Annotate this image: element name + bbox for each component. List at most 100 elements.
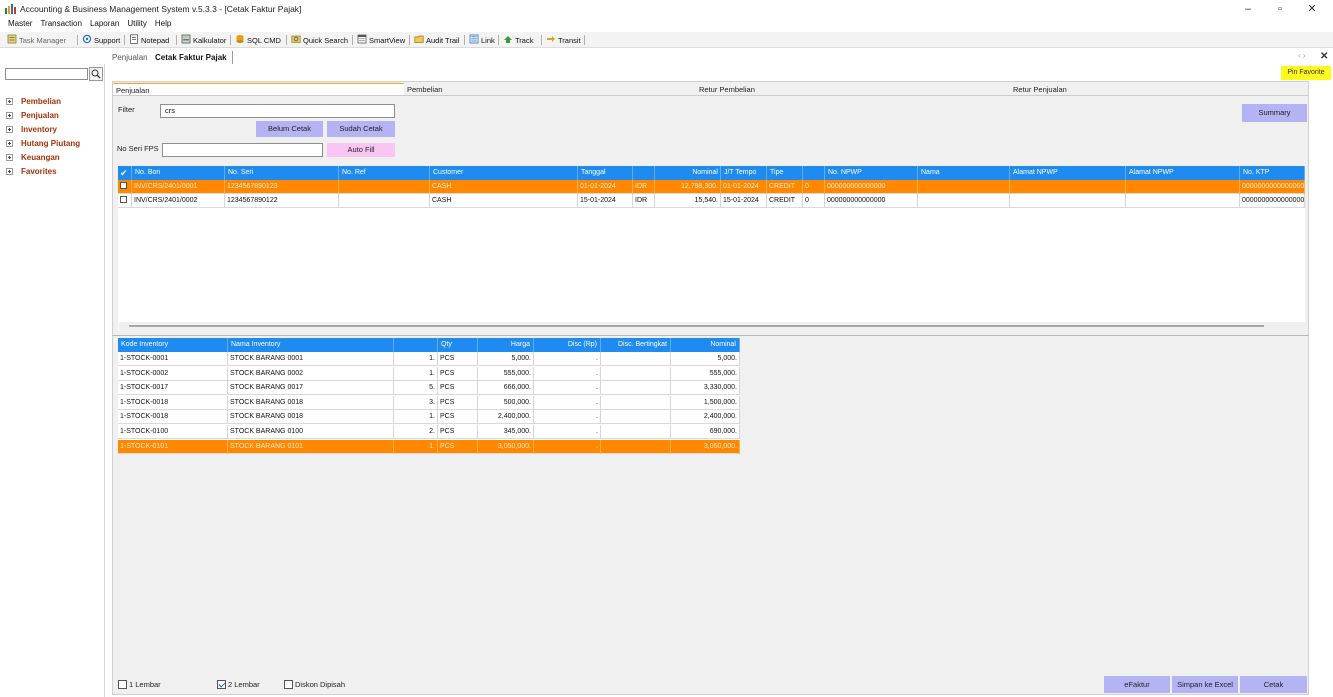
toolbar-sql-cmd[interactable]: SQL CMD bbox=[235, 34, 281, 46]
scrollbar-thumb[interactable] bbox=[129, 325, 1264, 327]
expand-icon[interactable] bbox=[6, 168, 13, 175]
toolbar-quick-search[interactable]: Quick Search bbox=[291, 34, 348, 46]
toolbar-kalkulator[interactable]: Kalkulator bbox=[181, 34, 226, 46]
tree-item-hutang-piutang[interactable]: Hutang Piutang bbox=[6, 137, 80, 151]
diskon-dipisah-checkbox[interactable]: Diskon Dipisah bbox=[284, 680, 345, 689]
simpan-ke-excel-button[interactable]: Simpan ke Excel bbox=[1172, 676, 1238, 693]
sudah-cetak-button[interactable]: Sudah Cetak bbox=[327, 121, 395, 137]
col-currency[interactable] bbox=[633, 166, 655, 180]
expand-icon[interactable] bbox=[6, 154, 13, 161]
detail-row[interactable]: 1-STOCK-0001 STOCK BARANG 0001 1. PCS 5,000.… bbox=[118, 352, 740, 366]
col-no-seri[interactable]: No. Seri bbox=[225, 166, 339, 180]
detail-row[interactable]: 1-STOCK-0018 STOCK BARANG 0018 1. PCS 2,400,… bbox=[118, 410, 740, 425]
select-all-check-icon[interactable]: ✔ bbox=[118, 166, 132, 180]
col-no-ref[interactable]: No. Ref bbox=[339, 166, 430, 180]
expand-icon[interactable] bbox=[6, 98, 13, 105]
cell-nama-inventory: STOCK BARANG 0018 bbox=[228, 395, 394, 410]
checkbox-box-checked[interactable] bbox=[217, 680, 226, 689]
tree-item-pembelian[interactable]: Pembelian bbox=[6, 95, 80, 109]
subtab-retur-penjualan[interactable]: Retur Penjualan bbox=[1010, 83, 1308, 96]
sidebar-search-button[interactable] bbox=[89, 67, 103, 81]
detail-row[interactable]: 1-STOCK-0002 STOCK BARANG 0002 1. PCS 555,00… bbox=[118, 366, 740, 381]
minimize-button[interactable]: – bbox=[1233, 1, 1263, 17]
col-alamat-npwp[interactable]: Alamat NPWP bbox=[1010, 166, 1126, 180]
col-nama[interactable]: Nama bbox=[918, 166, 1010, 180]
subtab-retur-pembelian[interactable]: Retur Pembelian bbox=[696, 83, 1010, 96]
col-customer[interactable]: Customer bbox=[430, 166, 578, 180]
toolbar-sql-cmd-label: SQL CMD bbox=[247, 36, 281, 45]
toolbar-support[interactable]: Support bbox=[82, 34, 120, 46]
menu-help[interactable]: Help bbox=[147, 17, 171, 30]
auto-fill-button[interactable]: Auto Fill bbox=[327, 143, 395, 157]
toolbar-audit-trail[interactable]: Audit Trail bbox=[414, 34, 459, 46]
expand-icon[interactable] bbox=[6, 112, 13, 119]
col-blank[interactable] bbox=[803, 166, 825, 180]
col-tipe[interactable]: Tipe bbox=[767, 166, 803, 180]
invoice-row[interactable]: INV/CRS/2401/0002 1234567890122 CASH 15-… bbox=[118, 194, 1305, 208]
filter-input[interactable]: crs bbox=[160, 104, 395, 118]
col-disc-rp[interactable]: Disc (Rp) bbox=[534, 338, 601, 352]
toolbar-transit[interactable]: Transit bbox=[546, 34, 581, 46]
toolbar-track[interactable]: Track bbox=[503, 34, 533, 46]
efaktur-button[interactable]: eFaktur bbox=[1104, 676, 1170, 693]
dua-lembar-checkbox[interactable]: 2 Lembar bbox=[217, 680, 260, 689]
doc-close-icon[interactable]: ✕ bbox=[1320, 51, 1328, 62]
col-kode-inventory[interactable]: Kode Inventory bbox=[118, 338, 228, 352]
doc-tab-penjualan[interactable]: Penjualan bbox=[112, 51, 148, 64]
cell-customer: CASH bbox=[430, 180, 578, 194]
belum-cetak-button[interactable]: Belum Cetak bbox=[256, 121, 323, 137]
col-harga[interactable]: Harga bbox=[478, 338, 534, 352]
detail-row[interactable]: 1-STOCK-0101 STOCK BARANG 0101 1. PCS 3,050,… bbox=[118, 439, 740, 454]
toolbar-notepad[interactable]: Notepad bbox=[129, 34, 169, 46]
cell-nama bbox=[918, 180, 1010, 194]
cell-unit: PCS bbox=[438, 366, 478, 381]
satu-lembar-checkbox[interactable]: 1 Lembar bbox=[118, 680, 161, 689]
col-nominal[interactable]: Nominal bbox=[671, 338, 740, 352]
col-no-bon[interactable]: No. Bon bbox=[132, 166, 225, 180]
tree-item-penjualan[interactable]: Penjualan bbox=[6, 109, 80, 123]
col-alamat-npwp-2[interactable]: Alamat NPWP bbox=[1126, 166, 1240, 180]
tree-item-favorites[interactable]: Favorites bbox=[6, 165, 80, 179]
close-window-button[interactable]: ✕ bbox=[1297, 1, 1327, 17]
toolbar-link[interactable]: Link bbox=[469, 34, 495, 46]
col-nominal[interactable]: Nominal bbox=[655, 166, 721, 180]
menu-transaction[interactable]: Transaction bbox=[32, 17, 82, 30]
detail-row[interactable]: 1-STOCK-0017 STOCK BARANG 0017 5. PCS 666,00… bbox=[118, 381, 740, 396]
invoice-grid-horizontal-scrollbar[interactable] bbox=[119, 322, 1305, 331]
col-tanggal[interactable]: Tanggal bbox=[578, 166, 633, 180]
detail-row[interactable]: 1-STOCK-0018 STOCK BARANG 0018 3. PCS 500,00… bbox=[118, 395, 740, 410]
menu-master[interactable]: Master bbox=[0, 17, 32, 30]
toolbar-smartview[interactable]: SmartView bbox=[357, 34, 405, 46]
doc-tab-scroll-arrows[interactable]: ‹ › bbox=[1298, 51, 1306, 60]
expand-icon[interactable] bbox=[6, 126, 13, 133]
toolbar-task-manager[interactable]: Task Manager bbox=[7, 34, 66, 46]
subtab-pembelian[interactable]: Pembelian bbox=[404, 83, 696, 96]
tree-item-keuangan[interactable]: Keuangan bbox=[6, 151, 80, 165]
row-checkbox[interactable] bbox=[118, 194, 132, 208]
sidebar-search-input[interactable] bbox=[5, 68, 88, 80]
cetak-button[interactable]: Cetak bbox=[1240, 676, 1307, 693]
expand-icon[interactable] bbox=[6, 140, 13, 147]
summary-button[interactable]: Summary bbox=[1242, 104, 1307, 122]
col-disc-bertingkat[interactable]: Disc. Bertingkat bbox=[601, 338, 671, 352]
menu-utility[interactable]: Utility bbox=[119, 17, 147, 30]
invoice-row[interactable]: INV/CRS/2401/0001 1234567890123 CASH 01-… bbox=[118, 180, 1305, 194]
col-jt-tempo[interactable]: J/T Tempo bbox=[721, 166, 767, 180]
no-seri-fps-input[interactable] bbox=[162, 143, 323, 157]
col-no-npwp[interactable]: No. NPWP bbox=[825, 166, 918, 180]
col-nama-inventory[interactable]: Nama Inventory bbox=[228, 338, 394, 352]
checkbox-box[interactable] bbox=[118, 680, 127, 689]
pin-favorite-button[interactable]: Pin Favorite bbox=[1281, 66, 1331, 80]
col-no-ktp[interactable]: No. KTP bbox=[1240, 166, 1305, 180]
panel-splitter[interactable] bbox=[112, 335, 1309, 336]
menu-laporan[interactable]: Laporan bbox=[82, 17, 119, 30]
checkbox-box[interactable] bbox=[284, 680, 293, 689]
row-checkbox[interactable] bbox=[118, 180, 132, 194]
tree-item-inventory[interactable]: Inventory bbox=[6, 123, 80, 137]
col-qty[interactable]: Qty bbox=[438, 338, 478, 352]
subtab-penjualan[interactable]: Penjualan bbox=[113, 83, 406, 96]
col-qty-number[interactable] bbox=[394, 338, 438, 352]
detail-row[interactable]: 1-STOCK-0100 STOCK BARANG 0100 2. PCS 345,00… bbox=[118, 425, 740, 439]
doc-tab-cetak-faktur-pajak[interactable]: Cetak Faktur Pajak bbox=[155, 51, 233, 64]
restore-button[interactable]: ▫ bbox=[1265, 1, 1295, 17]
